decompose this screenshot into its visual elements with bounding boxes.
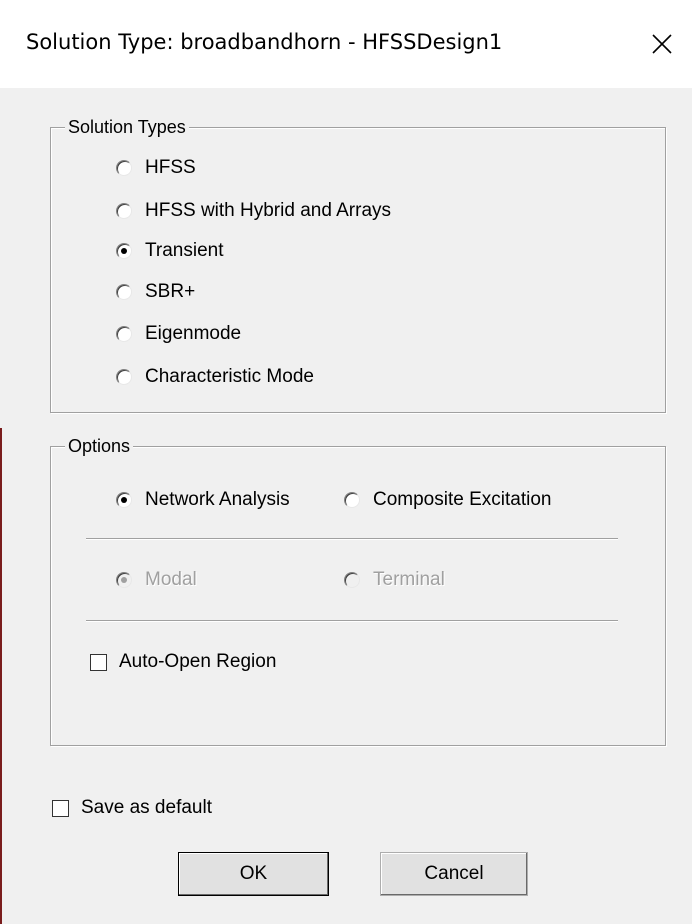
radio-label-composite-excitation: Composite Excitation [373,489,552,510]
radio-characteristic-mode[interactable]: Characteristic Mode [116,363,314,391]
radio-button-modal [116,572,132,588]
close-button[interactable] [642,24,682,64]
radio-hfss-hybrid-arrays[interactable]: HFSS with Hybrid and Arrays [116,197,391,225]
radio-button-characteristic-mode[interactable] [116,369,132,385]
radio-button-sbr-plus[interactable] [116,284,132,300]
radio-button-hfss[interactable] [116,160,132,176]
radio-button-hfss-hybrid-arrays[interactable] [116,203,132,219]
radio-modal: Modal [116,566,197,594]
save-as-default-checkbox-row[interactable]: Save as default [52,794,212,822]
ok-button[interactable]: OK [178,852,329,896]
solution-types-legend: Solution Types [65,115,189,139]
save-as-default-label: Save as default [81,797,212,818]
window-edge [0,428,2,924]
cancel-button[interactable]: Cancel [380,852,528,896]
options-legend: Options [65,434,134,458]
close-icon [652,34,672,54]
radio-hfss[interactable]: HFSS [116,154,196,182]
options-separator-top [86,538,618,540]
radio-button-transient[interactable] [116,243,132,259]
radio-button-terminal [344,572,360,588]
radio-label-characteristic-mode: Characteristic Mode [145,366,314,387]
save-as-default-checkbox[interactable] [52,799,69,817]
radio-label-network-analysis: Network Analysis [145,489,290,510]
radio-button-eigenmode[interactable] [116,326,132,342]
solution-type-dialog: Solution Type: broadbandhorn - HFSSDesig… [0,0,692,924]
radio-terminal: Terminal [344,566,445,594]
radio-label-transient: Transient [145,240,224,261]
options-separator-bottom [86,620,618,622]
radio-button-network-analysis[interactable] [116,492,132,508]
radio-label-terminal: Terminal [373,569,445,590]
radio-label-sbr-plus: SBR+ [145,281,196,302]
radio-composite-excitation[interactable]: Composite Excitation [344,486,551,514]
radio-transient[interactable]: Transient [116,237,224,265]
radio-label-hfss-hybrid-arrays: HFSS with Hybrid and Arrays [145,200,392,221]
auto-open-region-label: Auto-Open Region [119,651,277,672]
radio-network-analysis[interactable]: Network Analysis [116,486,290,514]
radio-sbr-plus[interactable]: SBR+ [116,278,195,306]
radio-button-composite-excitation[interactable] [344,492,360,508]
radio-label-modal: Modal [145,569,197,590]
radio-label-eigenmode: Eigenmode [145,323,242,344]
window-title: Solution Type: broadbandhorn - HFSSDesig… [26,30,503,54]
radio-eigenmode[interactable]: Eigenmode [116,320,241,348]
auto-open-region-checkbox[interactable] [90,653,107,671]
title-bar: Solution Type: broadbandhorn - HFSSDesig… [0,0,692,88]
auto-open-region-checkbox-row[interactable]: Auto-Open Region [90,648,276,676]
radio-label-hfss: HFSS [145,157,196,178]
